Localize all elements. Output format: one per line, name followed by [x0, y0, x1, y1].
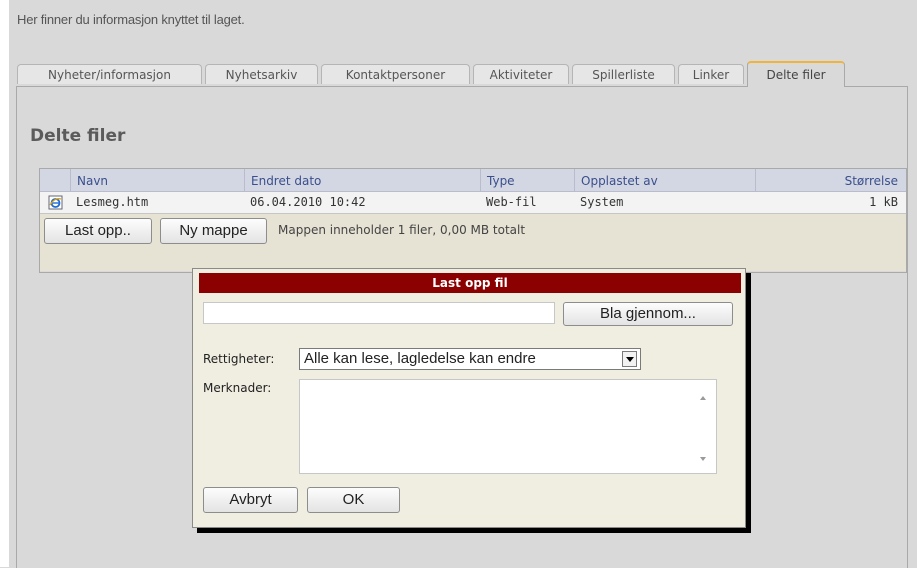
file-type: Web-fil: [486, 195, 537, 209]
rights-select-value: Alle kan lese, lagledelse kan endre: [304, 350, 536, 367]
tab-spillerliste[interactable]: Spillerliste: [572, 64, 675, 84]
column-header-uploaded-by[interactable]: Opplastet av: [574, 169, 755, 191]
tab-linker[interactable]: Linker: [678, 64, 744, 84]
column-header-name[interactable]: Navn: [70, 169, 244, 191]
section-title: Delte filer: [30, 126, 126, 146]
scroll-up-icon[interactable]: [700, 396, 706, 400]
left-page-margin: [0, 0, 9, 567]
file-name[interactable]: Lesmeg.htm: [70, 192, 244, 213]
tab-nyhetsarkiv[interactable]: Nyhetsarkiv: [205, 64, 318, 84]
upload-button[interactable]: Last opp..: [44, 218, 152, 244]
ie-file-icon: [48, 195, 63, 210]
file-uploaded-by: System: [580, 195, 624, 209]
scroll-down-icon[interactable]: [700, 457, 706, 461]
column-header-modified[interactable]: Endret dato: [244, 169, 480, 191]
ok-button[interactable]: OK: [307, 487, 400, 513]
table-header: Navn Endret dato Type Opplastet av Størr…: [40, 169, 906, 192]
cancel-button[interactable]: Avbryt: [203, 487, 298, 513]
rights-select[interactable]: Alle kan lese, lagledelse kan endre: [299, 348, 641, 370]
tab-kontaktpersoner[interactable]: Kontaktpersoner: [321, 64, 470, 84]
table-row[interactable]: Lesmeg.htm 06.04.2010 10:42 Web-fil Syst…: [40, 192, 906, 214]
tab-delte-filer[interactable]: Delte filer: [747, 61, 845, 87]
rights-label: Rettigheter:: [203, 352, 275, 366]
file-table: Navn Endret dato Type Opplastet av Størr…: [39, 168, 907, 273]
browse-button[interactable]: Bla gjennom...: [563, 302, 733, 326]
notes-label: Merknader:: [203, 381, 272, 395]
folder-info: Mappen inneholder 1 filer, 0,00 MB total…: [278, 223, 526, 237]
file-toolbar: Last opp.. Ny mappe Mappen inneholder 1 …: [40, 214, 906, 271]
column-header-type[interactable]: Type: [480, 169, 574, 191]
new-folder-button[interactable]: Ny mappe: [160, 218, 267, 244]
file-path-input[interactable]: [203, 302, 555, 324]
file-size: 1 kB: [869, 195, 898, 209]
dialog-title: Last opp fil: [199, 273, 741, 293]
intro-text: Her finner du informasjon knyttet til la…: [17, 12, 245, 27]
upload-dialog: Last opp fil Bla gjennom... Rettigheter:…: [192, 268, 746, 528]
file-date: 06.04.2010 10:42: [250, 195, 366, 209]
notes-textarea[interactable]: [299, 379, 717, 474]
tab-nyheter-informasjon[interactable]: Nyheter/informasjon: [17, 64, 202, 84]
tab-aktiviteter[interactable]: Aktiviteter: [473, 64, 569, 84]
chevron-down-icon[interactable]: [622, 351, 637, 367]
column-header-size[interactable]: Størrelse: [755, 169, 906, 191]
